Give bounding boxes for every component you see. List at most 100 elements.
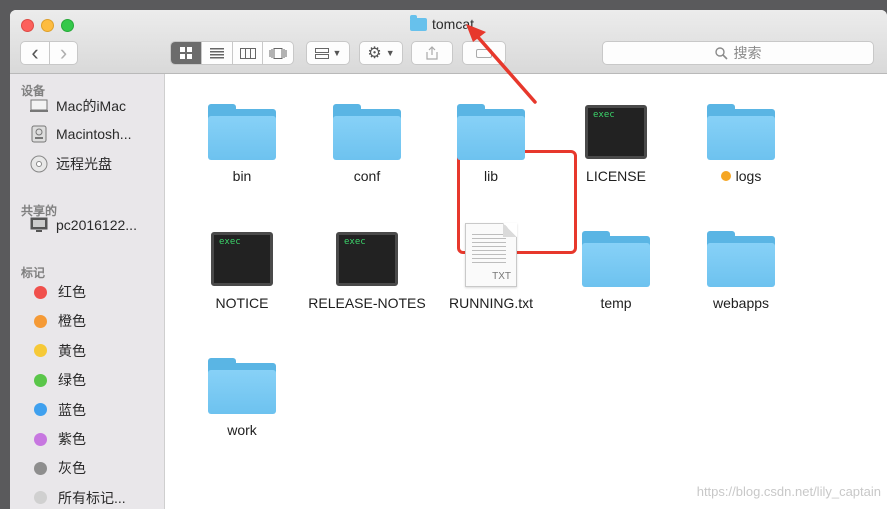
file-label: bin	[233, 168, 252, 184]
file-label: RELEASE-NOTES	[308, 295, 425, 311]
file-item[interactable]: conf	[307, 100, 427, 184]
tag-icon	[476, 48, 492, 58]
columns-icon	[239, 47, 256, 59]
folder-icon	[333, 104, 401, 160]
sidebar-tag-item[interactable]: 灰色	[30, 458, 86, 478]
sidebar-section-tags: 标记	[21, 266, 46, 280]
folder-icon	[208, 104, 276, 160]
share-button[interactable]	[411, 41, 453, 65]
chevron-right-icon: ›	[59, 41, 68, 65]
sidebar-tag-item[interactable]: 紫色	[30, 429, 86, 449]
file-item[interactable]: bin	[182, 100, 302, 184]
file-item[interactable]: webapps	[681, 227, 801, 311]
tag-color-dot-icon	[34, 491, 47, 505]
title-bar: tomcat ‹ › ▼ ⚙ ▼ 搜索	[10, 10, 887, 74]
file-item[interactable]: exec LICENSE	[556, 100, 676, 184]
search-field[interactable]: 搜索	[602, 41, 874, 65]
chevron-down-icon: ▼	[385, 48, 395, 58]
window-title-text: tomcat	[432, 16, 475, 32]
file-item[interactable]: exec RELEASE-NOTES	[307, 227, 427, 311]
column-view-button[interactable]	[231, 42, 263, 64]
tag-color-dot-icon	[34, 403, 47, 417]
file-name: NOTICE	[215, 295, 269, 311]
folder-icon	[582, 231, 650, 287]
watermark-text: https://blog.csdn.net/lily_captain	[696, 484, 881, 499]
cover-flow-icon	[269, 47, 287, 59]
sidebar-tag-item[interactable]: 所有标记...	[30, 488, 126, 508]
sidebar-item-label: 远程光盘	[56, 156, 112, 172]
file-name: RELEASE-NOTES	[308, 295, 426, 311]
file-item[interactable]: TXT RUNNING.txt	[431, 223, 551, 311]
sidebar-tag-item[interactable]: 绿色	[30, 370, 86, 390]
file-label: webapps	[713, 295, 769, 311]
folder-icon	[707, 231, 775, 287]
file-item[interactable]: exec NOTICE	[182, 227, 302, 311]
file-label: conf	[354, 168, 380, 184]
computer-icon	[30, 97, 48, 115]
terminal-exec-icon: exec	[211, 232, 273, 286]
list-icon	[210, 47, 225, 58]
forward-button[interactable]: ›	[48, 41, 77, 65]
sidebar-tag-item[interactable]: 蓝色	[30, 400, 86, 420]
grid-icon	[180, 47, 193, 59]
terminal-exec-icon: exec	[336, 232, 398, 286]
sidebar-tag-item[interactable]: 橙色	[30, 311, 86, 331]
sidebar-item-remote-disc[interactable]: 远程光盘	[30, 154, 112, 174]
sidebar-item-label: Macintosh...	[56, 126, 132, 142]
icon-view-button[interactable]	[171, 42, 202, 64]
file-name: LICENSE	[586, 168, 646, 184]
exec-icon-text: exec	[219, 237, 241, 247]
tag-color-dot-icon	[34, 314, 47, 328]
file-name: logs	[735, 168, 762, 184]
file-label: RUNNING.txt	[449, 295, 533, 311]
sidebar-item-label: 红色	[58, 284, 86, 300]
optical-disc-icon	[30, 155, 48, 173]
sidebar-tag-item[interactable]: 红色	[30, 282, 86, 302]
file-name: bin	[232, 168, 252, 184]
file-name: temp	[600, 295, 632, 311]
sidebar-item-network-pc[interactable]: pc2016122...	[30, 216, 137, 234]
orange-tag-icon	[720, 171, 731, 181]
folder-icon	[208, 358, 276, 414]
minimize-window-button[interactable]	[41, 19, 54, 32]
file-label: NOTICE	[216, 295, 269, 311]
cover-flow-button[interactable]	[262, 42, 293, 64]
file-item[interactable]: work	[182, 354, 302, 438]
arrange-grid-icon	[314, 47, 329, 59]
gear-icon: ⚙	[367, 45, 382, 62]
list-view-button[interactable]	[201, 42, 232, 64]
file-extension-text: TXT	[492, 271, 511, 282]
tags-button[interactable]	[462, 41, 506, 65]
file-item[interactable]: lib	[431, 100, 551, 184]
arrange-button[interactable]: ▼	[306, 41, 350, 65]
folder-icon	[457, 104, 525, 160]
sidebar-item-mac[interactable]: Mac的iMac	[30, 96, 126, 116]
file-name: RUNNING.txt	[449, 295, 533, 311]
sidebar-item-label: pc2016122...	[56, 217, 137, 233]
tag-color-dot-icon	[34, 432, 47, 446]
zoom-window-button[interactable]	[61, 19, 74, 32]
search-placeholder: 搜索	[733, 45, 762, 61]
disk-icon	[30, 125, 48, 143]
action-button[interactable]: ⚙ ▼	[359, 41, 403, 65]
file-name: work	[227, 422, 257, 438]
sidebar-item-label: 黄色	[58, 342, 86, 359]
file-label: work	[227, 422, 257, 438]
sidebar-item-macintosh[interactable]: Macintosh...	[30, 125, 131, 143]
back-button[interactable]: ‹	[21, 42, 49, 64]
tag-color-dot-icon	[34, 461, 47, 475]
view-mode-buttons	[170, 41, 294, 65]
file-item[interactable]: temp	[556, 227, 676, 311]
close-window-button[interactable]	[21, 19, 34, 32]
tag-color-dot-icon	[34, 285, 47, 299]
sidebar-item-label: 蓝色	[58, 401, 86, 418]
file-label: LICENSE	[586, 168, 646, 184]
search-icon	[714, 46, 728, 60]
file-browser: https://blog.csdn.net/lily_captain bin co…	[166, 74, 887, 509]
sidebar-item-label: Mac的iMac	[56, 98, 127, 114]
file-item[interactable]: logs	[681, 100, 801, 184]
share-icon	[426, 46, 438, 60]
chevron-down-icon: ▼	[332, 48, 342, 58]
file-name: conf	[353, 168, 381, 184]
sidebar-tag-item[interactable]: 黄色	[30, 341, 86, 361]
